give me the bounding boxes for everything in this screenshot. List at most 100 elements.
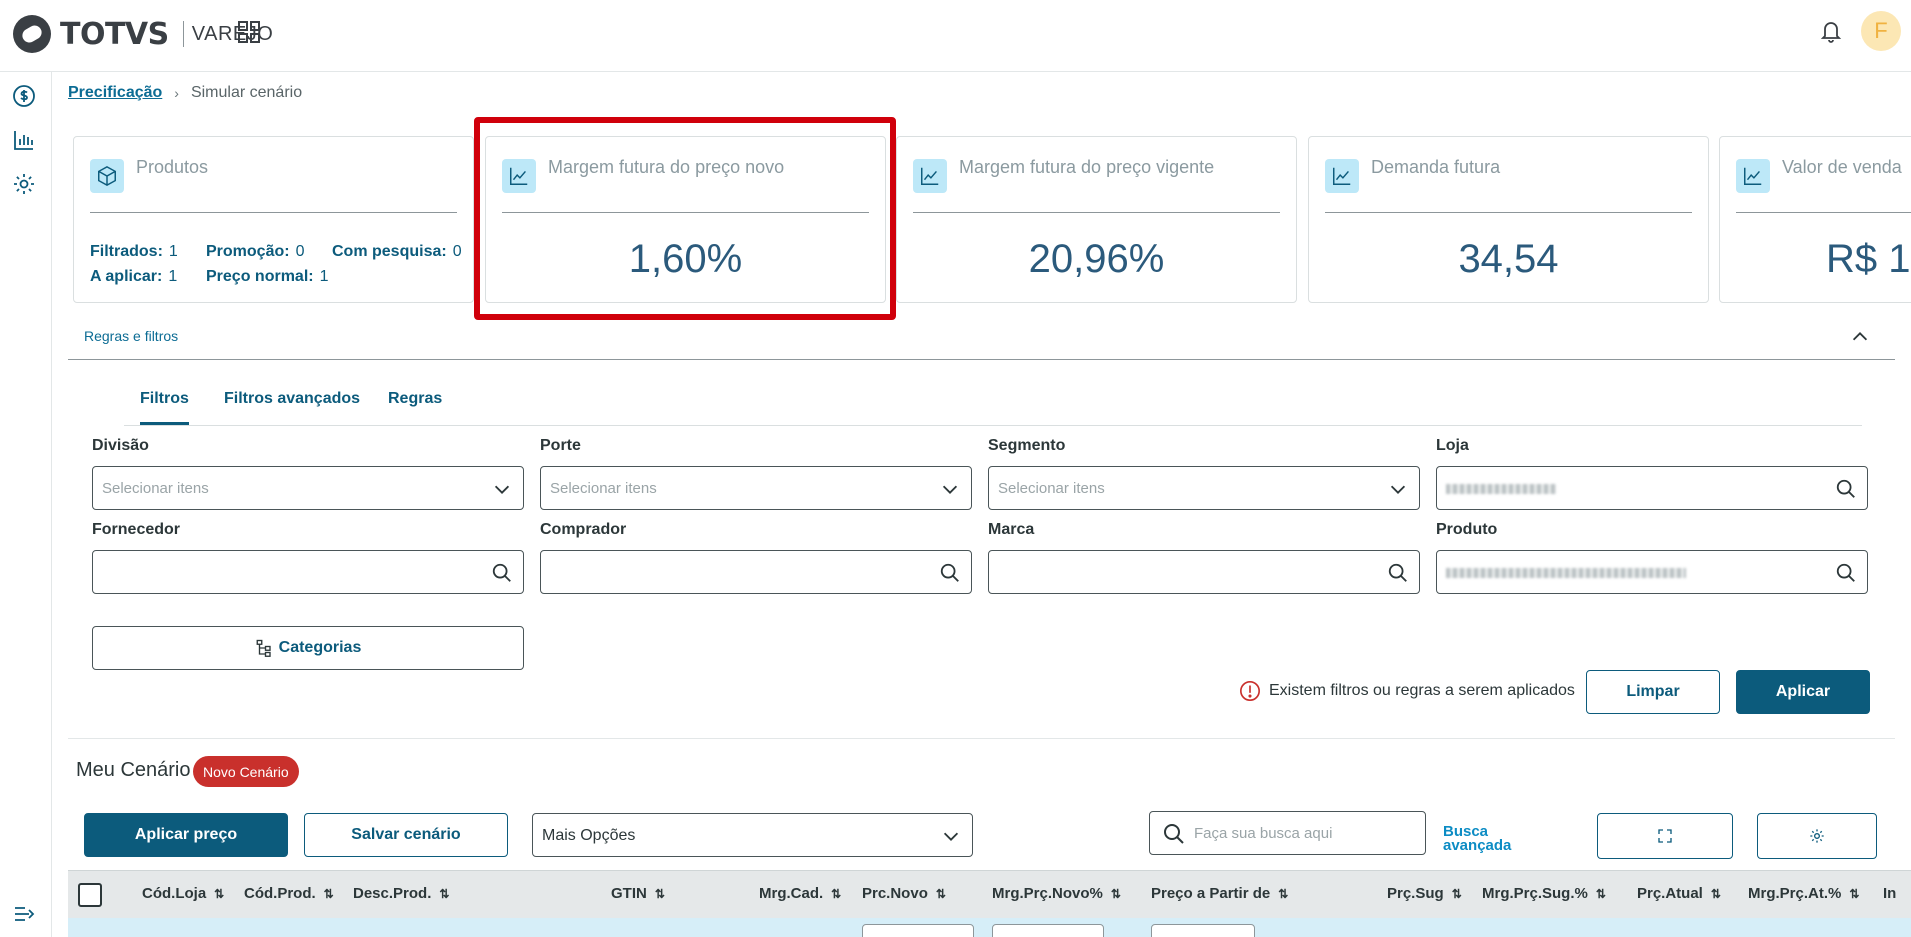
sort-icon: ⇅: [1110, 887, 1121, 901]
dollar-icon[interactable]: [12, 84, 36, 108]
search-icon[interactable]: [1835, 562, 1857, 584]
porte-select[interactable]: Selecionar itens: [540, 466, 972, 510]
filter-tabs: Filtros Filtros avançados Regras: [124, 374, 1862, 426]
column-header[interactable]: Desc.Prod. ⇅: [353, 885, 449, 902]
table-search-input[interactable]: Faça sua busca aqui: [1149, 811, 1426, 855]
fornecedor-input[interactable]: [92, 550, 524, 594]
sort-icon: ⇅: [323, 887, 334, 901]
sort-icon: ⇅: [1451, 887, 1462, 901]
demand-card: Demanda futura 34,54: [1308, 136, 1709, 303]
save-scenario-button[interactable]: Salvar cenário: [304, 813, 508, 857]
breadcrumb-precificacao-link[interactable]: Precificação: [68, 84, 162, 102]
brand-name: TOTVS: [60, 16, 169, 52]
filtrados-label: Filtrados:: [90, 243, 163, 260]
preco-partir-input[interactable]: [1151, 924, 1255, 937]
sales-title: Valor de venda: [1782, 157, 1902, 177]
table-row[interactable]: [68, 918, 1911, 937]
sales-card: Valor de venda R$ 1: [1719, 136, 1911, 303]
limpar-button[interactable]: Limpar: [1586, 670, 1720, 714]
search-icon[interactable]: [939, 562, 961, 584]
cube-icon: [90, 159, 124, 193]
chevron-down-icon: [942, 485, 958, 494]
demand-title: Demanda futura: [1371, 157, 1501, 177]
loja-input[interactable]: [1436, 466, 1868, 510]
sort-icon: ⇅: [935, 887, 946, 901]
aplicar-value: 1: [168, 268, 178, 285]
aplicar-button[interactable]: Aplicar: [1736, 670, 1870, 714]
apply-price-button[interactable]: Aplicar preço: [84, 813, 288, 857]
column-header[interactable]: Prç.Sug ⇅: [1387, 885, 1462, 902]
table-settings-button[interactable]: [1757, 813, 1877, 859]
categorias-button[interactable]: Categorias: [92, 626, 524, 670]
trend-chart-icon: [913, 159, 947, 193]
card-divider: [1325, 212, 1692, 213]
search-icon[interactable]: [1387, 562, 1409, 584]
expand-menu-icon[interactable]: [12, 902, 36, 926]
rules-filters-bar[interactable]: Regras e filtros: [68, 322, 1895, 360]
segmento-label: Segmento: [988, 437, 1066, 454]
search-placeholder: Faça sua busca aqui: [1194, 825, 1333, 842]
column-header[interactable]: Prc.Novo ⇅: [862, 885, 946, 902]
fullscreen-button[interactable]: [1597, 813, 1733, 859]
column-header[interactable]: Mrg.Prç.At.% ⇅: [1748, 885, 1859, 902]
prc-novo-input[interactable]: [862, 924, 974, 937]
produto-input[interactable]: [1436, 550, 1868, 594]
search-icon[interactable]: [1835, 478, 1857, 500]
margin-new-value: 1,60%: [628, 237, 743, 281]
gear-icon[interactable]: [12, 172, 36, 196]
advanced-search-link[interactable]: Busca avançada: [1443, 824, 1533, 853]
select-all-checkbox[interactable]: [78, 883, 102, 907]
more-options-select[interactable]: Mais Opções: [532, 813, 973, 857]
column-header[interactable]: Cód.Prod. ⇅: [244, 885, 334, 902]
chevron-down-icon: [943, 832, 959, 841]
apps-grid-icon[interactable]: [237, 20, 261, 44]
user-avatar[interactable]: F: [1861, 11, 1901, 51]
margin-new-title: Margem futura do preço novo: [548, 157, 785, 177]
segmento-select[interactable]: Selecionar itens: [988, 466, 1420, 510]
tab-filtros[interactable]: Filtros: [140, 390, 189, 425]
notification-bell-icon[interactable]: [1819, 18, 1843, 44]
products-card: Produtos Filtrados: 1 Promoção: 0 Com pesq…: [73, 136, 474, 303]
mrg-novo-input[interactable]: [992, 924, 1104, 937]
pesquisa-value: 0: [452, 243, 462, 260]
column-header[interactable]: GTIN ⇅: [611, 885, 665, 902]
sort-icon: ⇅: [439, 887, 450, 901]
column-header[interactable]: Mrg.Prç.Novo% ⇅: [992, 885, 1121, 902]
column-header[interactable]: Mrg.Prç.Sug.% ⇅: [1482, 885, 1606, 902]
rules-filters-label[interactable]: Regras e filtros: [84, 328, 178, 344]
chevron-up-icon[interactable]: [1849, 326, 1871, 348]
trend-chart-icon: [502, 159, 536, 193]
tab-regras[interactable]: Regras: [388, 390, 442, 408]
column-header[interactable]: Cód.Loja ⇅: [142, 885, 224, 902]
promocao-label: Promoção:: [206, 243, 290, 260]
search-icon[interactable]: [491, 562, 513, 584]
comprador-input[interactable]: [540, 550, 972, 594]
sort-icon: ⇅: [1278, 887, 1289, 901]
totvs-logo-icon: [13, 15, 51, 53]
margin-new-card: Margem futura do preço novo 1,60%: [485, 136, 886, 303]
column-header[interactable]: Mrg.Cad. ⇅: [759, 885, 841, 902]
tab-filtros-avancados[interactable]: Filtros avançados: [224, 390, 360, 408]
brand-product: VAREJO: [191, 22, 274, 45]
sort-icon: ⇅: [1595, 887, 1606, 901]
search-icon: [1164, 824, 1184, 844]
totvs-logo[interactable]: TOTVS VAREJO: [12, 12, 273, 56]
column-header[interactable]: Prç.Atual ⇅: [1637, 885, 1721, 902]
trend-chart-icon: [1736, 159, 1770, 193]
card-divider: [913, 212, 1280, 213]
sales-value: R$ 1: [1826, 237, 1911, 281]
side-nav: [0, 72, 52, 937]
card-divider: [502, 212, 869, 213]
marca-input[interactable]: [988, 550, 1420, 594]
logo-divider: [182, 21, 184, 47]
fullscreen-icon: [1658, 829, 1672, 843]
aplicar-label: A aplicar:: [90, 268, 163, 285]
sort-icon: ⇅: [214, 887, 225, 901]
bar-chart-icon[interactable]: [12, 128, 36, 152]
divisao-select[interactable]: Selecionar itens: [92, 466, 524, 510]
column-header[interactable]: In: [1883, 885, 1896, 902]
porte-label: Porte: [540, 437, 581, 454]
chevron-right-icon: ›: [174, 85, 179, 101]
column-header[interactable]: Preço a Partir de ⇅: [1151, 885, 1288, 902]
more-options-value: Mais Opções: [542, 827, 636, 844]
